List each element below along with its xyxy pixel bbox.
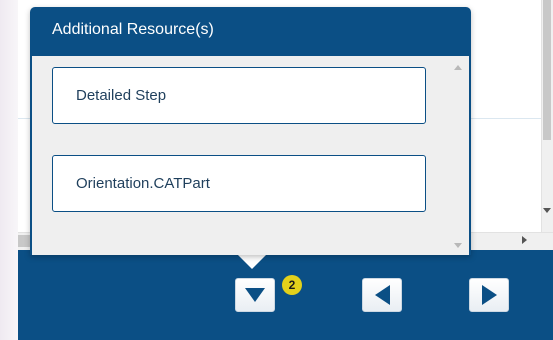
resource-button-detailed-step[interactable]: Detailed Step xyxy=(52,67,426,124)
resource-label: Orientation.CATPart xyxy=(76,175,210,192)
triangle-down-icon xyxy=(245,288,265,302)
additional-resources-popup: Additional Resource(s) Detailed Step Ori… xyxy=(30,7,471,255)
resource-label: Detailed Step xyxy=(76,87,167,104)
vertical-scrollbar-thumb[interactable] xyxy=(543,0,551,140)
scroll-down-arrow-icon[interactable] xyxy=(543,208,551,213)
additional-resources-toggle-button[interactable] xyxy=(235,278,275,312)
triangle-left-icon xyxy=(374,285,390,305)
popup-title: Additional Resource(s) xyxy=(52,21,214,38)
resource-button-orientation-catpart[interactable]: Orientation.CATPart xyxy=(52,155,426,212)
popup-scroll-down-icon[interactable] xyxy=(454,243,462,248)
popup-body: Detailed Step Orientation.CATPart xyxy=(32,56,469,255)
popup-scroll-up-icon[interactable] xyxy=(454,65,462,70)
scroll-right-arrow-icon[interactable] xyxy=(522,236,527,244)
resource-count-badge: 2 xyxy=(282,275,302,295)
previous-button[interactable] xyxy=(362,278,402,312)
triangle-right-icon xyxy=(481,285,497,305)
next-button[interactable] xyxy=(469,278,509,312)
popup-pointer xyxy=(238,255,266,269)
